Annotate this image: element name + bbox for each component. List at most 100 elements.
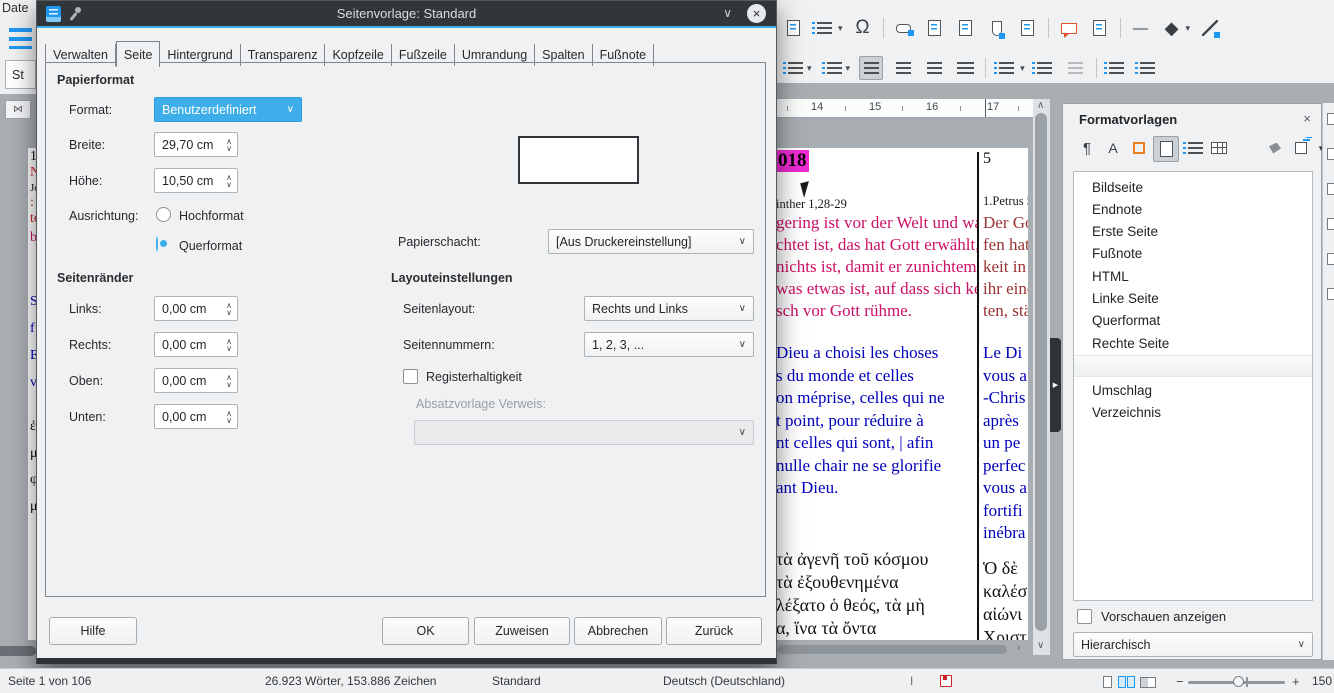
height-spinner[interactable]: 10,50 cm ∧∨ bbox=[154, 168, 238, 193]
help-button[interactable]: Hilfe bbox=[49, 617, 137, 645]
align-right-icon[interactable] bbox=[923, 57, 945, 79]
tab-seite[interactable]: Seite bbox=[116, 41, 161, 67]
horizontal-scrollbar-fragment[interactable] bbox=[0, 646, 36, 656]
page-numbers-dropdown[interactable]: 1, 2, 3, ... ∨ bbox=[584, 332, 754, 357]
bullet-list-dropdown-icon[interactable]: ▾ bbox=[807, 63, 812, 74]
show-previews-checkbox[interactable] bbox=[1077, 609, 1092, 624]
statusbar-word-count[interactable]: 26.923 Wörter, 153.886 Zeichen bbox=[265, 674, 436, 688]
horizontal-scrollbar-thumb[interactable] bbox=[777, 645, 1007, 654]
style-item[interactable]: Umschlag bbox=[1074, 380, 1312, 402]
cancel-button[interactable]: Abbrechen bbox=[574, 617, 662, 645]
paragraph-style-combo-fragment[interactable]: St bbox=[5, 60, 36, 89]
ruler-column-marker[interactable] bbox=[985, 99, 986, 117]
styles-list[interactable]: Bildseite Endnote Erste Seite Fußnote HT… bbox=[1073, 171, 1313, 601]
tab-kopfzeile[interactable]: Kopfzeile bbox=[325, 44, 391, 66]
margin-top-spinner[interactable]: 0,00 cm ∧∨ bbox=[154, 368, 238, 393]
style-item[interactable]: Verzeichnis bbox=[1074, 402, 1312, 424]
sidebar-deck-icon[interactable] bbox=[1327, 288, 1334, 300]
spinner-arrows[interactable]: ∧∨ bbox=[221, 138, 237, 152]
style-filter-dropdown[interactable]: Hierarchisch ∨ bbox=[1073, 632, 1313, 657]
close-icon[interactable]: × bbox=[1303, 111, 1311, 126]
insert-footnote-icon[interactable] bbox=[924, 17, 946, 39]
spinner-arrows[interactable]: ∧∨ bbox=[221, 338, 237, 352]
spinner-arrows[interactable]: ∧∨ bbox=[221, 302, 237, 316]
ok-button[interactable]: OK bbox=[382, 617, 469, 645]
align-center-icon[interactable] bbox=[892, 57, 914, 79]
tab-transparenz[interactable]: Transparenz bbox=[241, 44, 326, 66]
sidebar-deck-icon[interactable] bbox=[1327, 253, 1334, 265]
format-dropdown[interactable]: Benutzerdefiniert ∨ bbox=[154, 97, 302, 122]
tab-fussnote[interactable]: Fußnote bbox=[593, 44, 655, 66]
section-dropdown-icon[interactable]: ▾ bbox=[838, 23, 843, 34]
scroll-up-icon[interactable]: ∧ bbox=[1037, 100, 1044, 111]
horizontal-line-icon[interactable]: — bbox=[1130, 17, 1152, 39]
width-spinner[interactable]: 29,70 cm ∧∨ bbox=[154, 132, 238, 157]
style-item[interactable]: Rechte Seite bbox=[1074, 333, 1312, 355]
sidebar-deck-icon[interactable] bbox=[1327, 183, 1334, 195]
apply-button[interactable]: Zuweisen bbox=[474, 617, 570, 645]
numbered-list-icon[interactable] bbox=[821, 57, 843, 79]
statusbar-page-count[interactable]: Seite 1 von 106 bbox=[8, 674, 91, 688]
paragraph-spacing-decrease-icon[interactable] bbox=[1065, 57, 1087, 79]
close-icon[interactable]: × bbox=[747, 4, 766, 23]
scroll-down-icon[interactable]: ∨ bbox=[1037, 640, 1044, 651]
align-left-icon[interactable] bbox=[859, 56, 883, 80]
insert-bookmark-icon[interactable] bbox=[986, 17, 1008, 39]
shapes-dropdown-icon[interactable]: ▾ bbox=[1186, 23, 1191, 34]
freeform-line-icon[interactable] bbox=[1199, 17, 1221, 39]
numbered-list-dropdown-icon[interactable]: ▾ bbox=[846, 63, 851, 74]
decrease-indent-icon[interactable] bbox=[1137, 57, 1159, 79]
zoom-percentage[interactable]: 150 bbox=[1312, 674, 1332, 688]
selection-mode-icon[interactable]: I bbox=[910, 674, 913, 688]
menu-datei-fragment[interactable]: Date bbox=[2, 1, 28, 15]
zoom-in-icon[interactable]: + bbox=[1292, 674, 1300, 689]
style-item[interactable]: Linke Seite bbox=[1074, 288, 1312, 310]
toolbar-icon-fragment[interactable] bbox=[9, 28, 32, 49]
statusbar-page-style[interactable]: Standard bbox=[492, 674, 541, 688]
margin-right-spinner[interactable]: 0,00 cm ∧∨ bbox=[154, 332, 238, 357]
line-spacing-dropdown-icon[interactable]: ▾ bbox=[1020, 63, 1025, 74]
landscape-radio[interactable] bbox=[156, 236, 158, 252]
line-spacing-icon[interactable] bbox=[995, 57, 1017, 79]
spinner-arrows[interactable]: ∧∨ bbox=[221, 410, 237, 424]
insert-endnote-icon[interactable] bbox=[955, 17, 977, 39]
sidebar-deck-icon[interactable] bbox=[1327, 148, 1334, 160]
paper-tray-dropdown[interactable]: [Aus Druckereinstellung] ∨ bbox=[548, 229, 754, 254]
frame-styles-icon[interactable] bbox=[1127, 136, 1151, 160]
style-item[interactable]: HTML bbox=[1074, 266, 1312, 288]
tab-stop-selector-icon[interactable]: ⋈ bbox=[5, 100, 31, 119]
style-item[interactable]: Fußnote bbox=[1074, 243, 1312, 265]
special-character-icon[interactable]: Ω bbox=[852, 17, 874, 39]
spinner-arrows[interactable]: ∧∨ bbox=[221, 174, 237, 188]
insert-comment-icon[interactable] bbox=[1058, 17, 1080, 39]
list-styles-icon[interactable] bbox=[1181, 136, 1205, 160]
paragraph-styles-icon[interactable]: ¶ bbox=[1075, 136, 1099, 160]
page-styles-icon[interactable] bbox=[1153, 136, 1179, 162]
sidebar-deck-icon[interactable] bbox=[1327, 113, 1334, 125]
track-changes-icon[interactable] bbox=[1089, 17, 1111, 39]
table-styles-icon[interactable] bbox=[1207, 136, 1231, 160]
zoom-out-icon[interactable]: − bbox=[1176, 674, 1184, 689]
book-view-icon[interactable] bbox=[1140, 677, 1156, 688]
style-item[interactable]: Erste Seite bbox=[1074, 221, 1312, 243]
chevron-down-icon[interactable]: ∨ bbox=[723, 6, 732, 20]
margin-left-spinner[interactable]: 0,00 cm ∧∨ bbox=[154, 296, 238, 321]
style-item[interactable]: Bildseite bbox=[1074, 177, 1312, 199]
statusbar-language[interactable]: Deutsch (Deutschland) bbox=[663, 674, 785, 688]
portrait-radio[interactable] bbox=[156, 207, 171, 222]
style-item-selected[interactable] bbox=[1074, 355, 1312, 377]
register-true-checkbox[interactable] bbox=[403, 369, 418, 384]
vertical-scrollbar[interactable]: ∧ ∨ bbox=[1033, 99, 1050, 655]
document-page[interactable]: 018 inther 1,28-29 gering ist vor der We… bbox=[775, 148, 1028, 640]
insert-section-icon[interactable] bbox=[813, 17, 835, 39]
scroll-right-icon[interactable]: › bbox=[1017, 642, 1020, 653]
unsaved-changes-icon[interactable] bbox=[940, 675, 952, 687]
zoom-slider-knob[interactable] bbox=[1233, 676, 1244, 687]
single-page-view-icon[interactable] bbox=[1103, 676, 1112, 688]
style-item[interactable]: Endnote bbox=[1074, 199, 1312, 221]
basic-shapes-icon[interactable]: ◆ bbox=[1161, 17, 1183, 39]
tab-umrandung[interactable]: Umrandung bbox=[455, 44, 535, 66]
reset-button[interactable]: Zurück bbox=[666, 617, 762, 645]
margin-bottom-spinner[interactable]: 0,00 cm ∧∨ bbox=[154, 404, 238, 429]
bullet-list-icon[interactable] bbox=[782, 57, 804, 79]
